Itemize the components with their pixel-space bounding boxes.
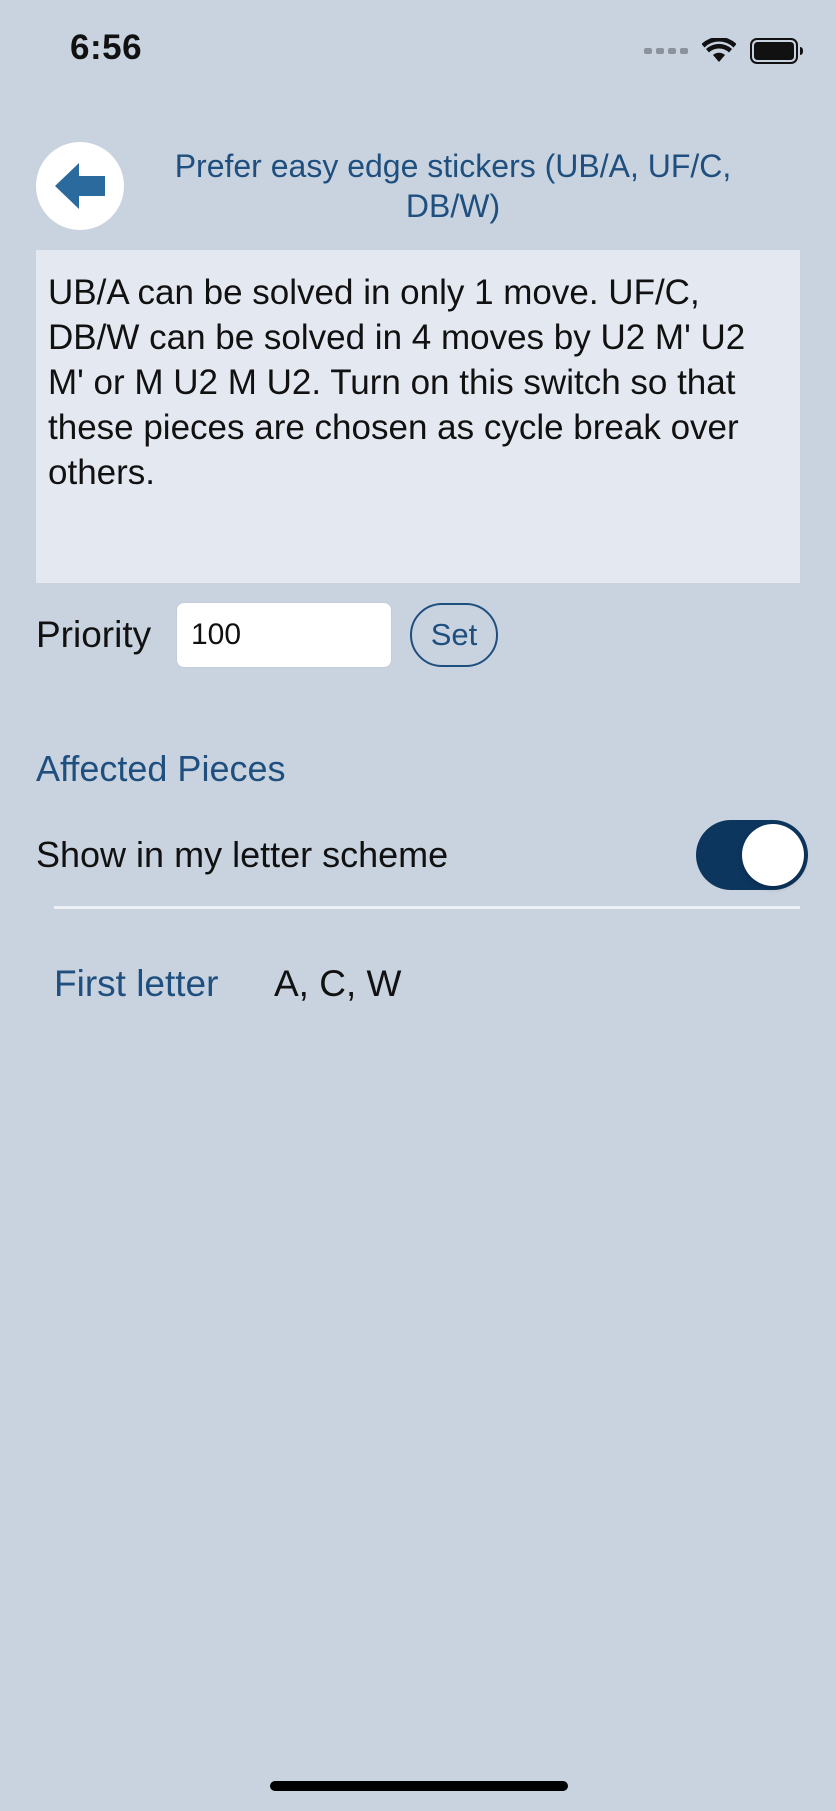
back-button[interactable] [36, 142, 124, 230]
first-letter-label: First letter [54, 963, 219, 1004]
priority-label: Priority [36, 614, 152, 655]
battery-icon [750, 38, 803, 64]
priority-input[interactable] [176, 602, 392, 668]
show-in-letter-scheme-label: Show in my letter scheme [36, 834, 449, 875]
status-time: 6:56 [70, 28, 143, 67]
set-button[interactable]: Set [410, 603, 498, 667]
status-icons [644, 36, 804, 66]
toggle-knob [742, 824, 804, 886]
wifi-icon [702, 38, 736, 62]
affected-pieces-heading: Affected Pieces [36, 748, 286, 789]
home-indicator [270, 1781, 568, 1791]
back-arrow-icon [55, 163, 105, 209]
cellular-signal-icon [644, 48, 688, 54]
divider [54, 906, 800, 909]
page-title: Prefer easy edge stickers (UB/A, UF/C, D… [174, 148, 732, 224]
first-letter-value: A, C, W [274, 963, 402, 1004]
show-in-letter-scheme-toggle[interactable] [696, 820, 808, 890]
description-text: UB/A can be solved in only 1 move. UF/C,… [36, 250, 800, 583]
